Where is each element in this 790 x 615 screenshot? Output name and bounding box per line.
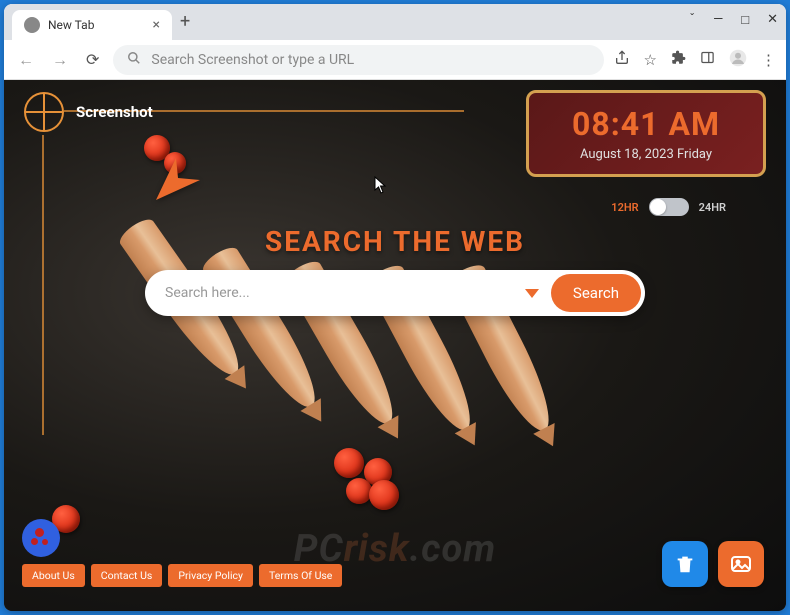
side-panel-icon[interactable]	[700, 50, 715, 69]
forward-button[interactable]: →	[48, 46, 72, 74]
minimize-button[interactable]: —	[713, 12, 723, 28]
footer-link-about[interactable]: About Us	[22, 564, 85, 587]
time-format-switch[interactable]	[649, 198, 689, 216]
address-bar[interactable]: Search Screenshot or type a URL	[113, 45, 603, 75]
trash-button[interactable]	[662, 541, 708, 587]
time-format-toggle: 12HR 24HR	[611, 198, 726, 216]
footer-link-contact[interactable]: Contact Us	[91, 564, 163, 587]
tomato-decoration	[346, 478, 372, 504]
brand-name: Screenshot	[76, 103, 153, 121]
window-controls: ˇ — □ ✕	[689, 12, 778, 28]
pointer-annotation-icon	[148, 152, 204, 208]
trash-icon	[674, 553, 696, 575]
label-24hr: 24HR	[699, 201, 726, 214]
clock-time: 08:41 AM	[545, 105, 747, 143]
tab-title: New Tab	[48, 18, 94, 32]
footer-links: About Us Contact Us Privacy Policy Terms…	[22, 564, 342, 587]
share-icon[interactable]	[614, 50, 630, 70]
page-content: Screenshot 08:41 AM August 18, 2023 Frid…	[4, 80, 786, 611]
browser-window: New Tab × + ˇ — □ ✕ ← → ⟳ Search Screens…	[4, 4, 786, 611]
chevron-down-icon[interactable]: ˇ	[689, 12, 695, 28]
footer-link-terms[interactable]: Terms Of Use	[259, 564, 342, 587]
clock-widget: 08:41 AM August 18, 2023 Friday	[526, 90, 766, 177]
search-icon	[127, 51, 141, 69]
favicon-icon	[24, 17, 40, 33]
maximize-button[interactable]: □	[741, 12, 749, 28]
search-button[interactable]: Search	[551, 274, 641, 312]
menu-icon[interactable]: ⋮	[761, 51, 776, 69]
image-icon	[729, 552, 753, 576]
app-launcher-button[interactable]	[22, 519, 60, 557]
label-12hr: 12HR	[611, 201, 638, 214]
bottom-action-buttons	[662, 541, 764, 587]
search-input[interactable]	[165, 285, 513, 301]
bookmark-icon[interactable]: ☆	[644, 51, 657, 69]
close-window-button[interactable]: ✕	[767, 12, 778, 28]
page-title: SEARCH THE WEB	[4, 225, 786, 258]
clock-date: August 18, 2023 Friday	[545, 147, 747, 162]
footer-link-privacy[interactable]: Privacy Policy	[168, 564, 253, 587]
accent-line	[42, 135, 44, 435]
close-tab-icon[interactable]: ×	[153, 17, 160, 33]
reload-button[interactable]: ⟳	[82, 46, 103, 73]
extensions-icon[interactable]	[671, 50, 686, 69]
search-bar: Search	[145, 270, 645, 316]
omnibox-placeholder: Search Screenshot or type a URL	[151, 52, 354, 68]
new-tab-button[interactable]: +	[172, 7, 198, 36]
tomato-decoration	[334, 448, 364, 478]
profile-icon[interactable]	[729, 49, 747, 71]
tomato-decoration	[369, 480, 399, 510]
back-button[interactable]: ←	[14, 46, 38, 74]
search-engine-dropdown-icon[interactable]	[525, 289, 539, 298]
crosshair-logo-icon	[24, 92, 64, 132]
brand-header: Screenshot	[24, 92, 153, 132]
browser-tab[interactable]: New Tab ×	[12, 10, 172, 40]
browser-toolbar: ← → ⟳ Search Screenshot or type a URL ☆ …	[4, 40, 786, 80]
gallery-button[interactable]	[718, 541, 764, 587]
title-bar: New Tab × + ˇ — □ ✕	[4, 4, 786, 40]
